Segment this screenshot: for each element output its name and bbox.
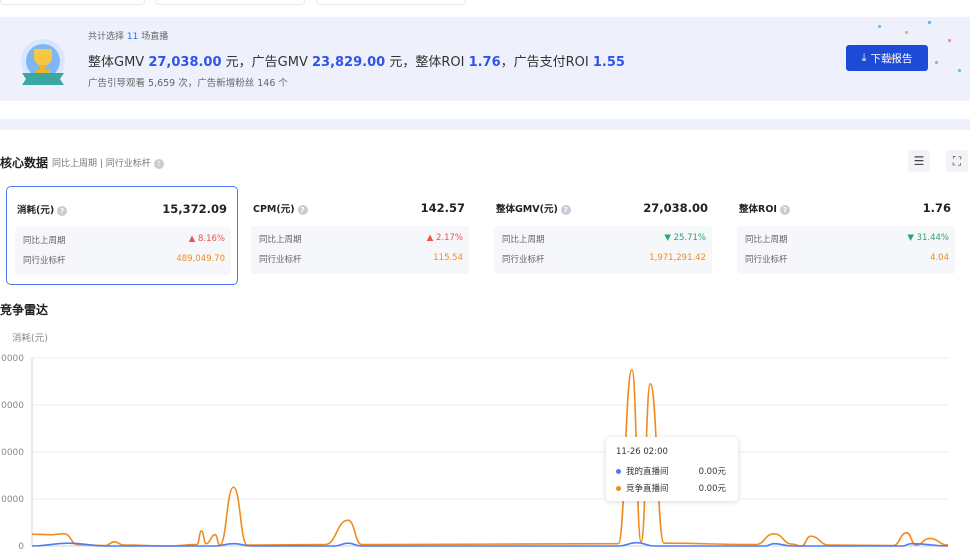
help-icon[interactable]: ? — [297, 204, 308, 215]
series-dot-icon — [616, 486, 621, 491]
trend-value: ▼ 25.71% — [664, 233, 706, 243]
metric-value: 142.57 — [420, 201, 465, 215]
metric-value: 1.76 — [922, 201, 951, 215]
section-divider — [0, 119, 970, 130]
summary-banner: 共计选择 11 场直播 整体GMV 27,038.00 元，广告GMV 23,8… — [0, 17, 970, 101]
y-tick-label: 0000 — [1, 448, 24, 458]
metric-card-cpm[interactable]: CPM(元)? 142.57 同比上周期 ▲ 2.17% 同行业标杆 115.54 — [243, 186, 475, 285]
metric-value: 15,372.09 — [162, 202, 227, 216]
total-gmv-value: 27,038.00 — [148, 55, 222, 70]
y-tick-label: 0000 — [1, 354, 24, 364]
confetti-decoration — [935, 61, 938, 64]
y-tick-label: 0 — [18, 542, 24, 549]
trophy-medal-icon — [21, 39, 65, 85]
live-count-text: 共计选择 11 场直播 — [88, 32, 169, 42]
core-data-title: 核心数据 — [0, 156, 49, 170]
top-tabs — [0, 0, 970, 6]
ad-sub-summary: 广告引导观看 5,659 次，广告新增粉丝 146 个 — [88, 78, 288, 89]
trend-value: ▲ 2.17% — [426, 233, 463, 243]
y-tick-label: 0000 — [1, 495, 24, 505]
benchmark-value: 1,971,291.42 — [649, 253, 706, 263]
trend-value: ▼ 31.44% — [907, 233, 949, 243]
help-icon[interactable]: ? — [57, 205, 68, 216]
y-tick-label: 0000 — [1, 401, 24, 411]
confetti-decoration — [878, 25, 881, 28]
confetti-decoration — [928, 21, 931, 24]
metric-card-roi[interactable]: 整体ROI? 1.76 同比上周期 ▼ 31.44% 同行业标杆 4.04 — [729, 186, 961, 285]
top-tab-stub[interactable] — [0, 0, 145, 5]
metric-compare-box: 同比上周期 ▼ 25.71% 同行业标杆 1,971,291.42 — [494, 226, 712, 274]
chart-tooltip: 11-26 02:00 我的直播间 0.00元 竞争直播间 0.00元 — [606, 437, 738, 501]
top-tab-stub[interactable] — [316, 0, 466, 5]
download-icon: ⤓ — [861, 51, 867, 64]
sliders-icon: ☰ — [913, 154, 925, 168]
metric-card-spend[interactable]: 消耗(元)? 15,372.09 同比上周期 ▲ 8.16% 同行业标杆 489,04… — [6, 186, 238, 285]
metric-label: 整体GMV(元)? — [496, 201, 571, 215]
gmv-summary: 整体GMV 27,038.00 元，广告GMV 23,829.00 元，整体RO… — [88, 55, 625, 70]
metric-label: 消耗(元)? — [17, 202, 68, 216]
core-data-subtitle: 同比上周期 | 同行业标杆? — [52, 156, 164, 169]
metric-compare-box: 同比上周期 ▲ 8.16% 同行业标杆 489,049.70 — [15, 227, 231, 275]
confetti-decoration — [958, 69, 961, 72]
confetti-decoration — [948, 39, 951, 42]
competition-radar-chart[interactable]: 00000000000000000 — [0, 340, 970, 549]
benchmark-value: 489,049.70 — [176, 254, 225, 264]
benchmark-value: 115.54 — [433, 253, 463, 263]
roi-value: 1.76 — [468, 55, 501, 70]
series-line-competitor[interactable] — [31, 368, 949, 547]
help-icon[interactable]: ? — [560, 204, 571, 215]
metric-value: 27,038.00 — [643, 201, 708, 215]
series-dot-icon — [616, 469, 621, 474]
tooltip-time: 11-26 02:00 — [616, 447, 668, 457]
tooltip-row-mine: 我的直播间 0.00元 — [616, 465, 726, 477]
download-report-button[interactable]: ⤓下载报告 — [846, 45, 928, 71]
metric-compare-box: 同比上周期 ▼ 31.44% 同行业标杆 4.04 — [737, 226, 955, 274]
ad-roi-value: 1.55 — [592, 55, 625, 70]
metric-label: CPM(元)? — [253, 201, 308, 215]
trend-value: ▲ 8.16% — [188, 234, 225, 244]
fullscreen-button[interactable]: ⛶ — [946, 150, 968, 172]
ad-gmv-value: 23,829.00 — [311, 55, 386, 70]
metric-card-gmv[interactable]: 整体GMV(元)? 27,038.00 同比上周期 ▼ 25.71% 同行业标杆 1,… — [486, 186, 718, 285]
fullscreen-icon: ⛶ — [952, 153, 962, 168]
metric-compare-box: 同比上周期 ▲ 2.17% 同行业标杆 115.54 — [251, 226, 469, 274]
benchmark-value: 4.04 — [930, 253, 949, 263]
confetti-decoration — [905, 31, 908, 34]
metric-label: 整体ROI? — [739, 201, 790, 215]
top-tab-stub[interactable] — [155, 0, 305, 5]
help-icon[interactable]: ? — [153, 158, 164, 169]
confetti-decoration — [890, 57, 893, 60]
tooltip-row-competitor: 竞争直播间 0.00元 — [616, 482, 726, 494]
competition-radar-title: 竞争雷达 — [0, 303, 49, 317]
help-icon[interactable]: ? — [779, 204, 790, 215]
settings-sliders-button[interactable]: ☰ — [908, 150, 930, 172]
